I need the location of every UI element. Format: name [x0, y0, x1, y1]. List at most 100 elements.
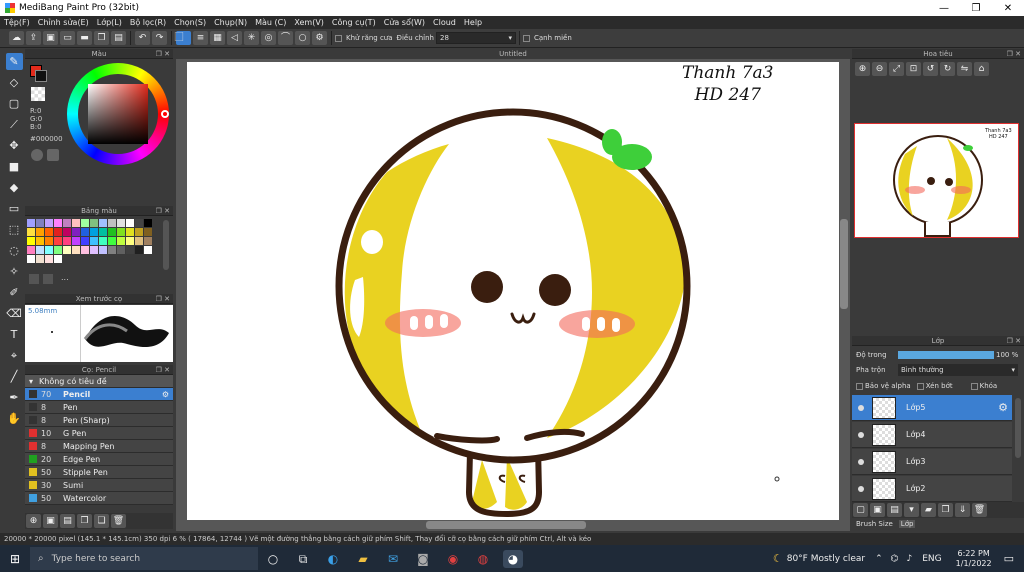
eye-icon[interactable]	[858, 431, 864, 438]
language-indicator[interactable]: ENG	[922, 554, 941, 564]
color-wheel[interactable]	[67, 63, 169, 165]
color-mode-icon[interactable]	[31, 149, 43, 161]
menu-snap[interactable]: Chụp(N)	[210, 18, 251, 27]
palette-swatch[interactable]	[54, 237, 62, 245]
navigator-thumbnail[interactable]: Thanh 7a3 HD 247	[854, 123, 1019, 238]
palette-swatch[interactable]	[45, 246, 53, 254]
hatch-icon[interactable]: ≡	[193, 31, 208, 45]
chrome-icon[interactable]: ◉	[443, 550, 463, 568]
palette-swatch[interactable]	[36, 219, 44, 227]
undo-icon[interactable]: ↶	[135, 31, 150, 45]
palette-swatch[interactable]	[108, 219, 116, 227]
palette-swatch[interactable]	[27, 237, 35, 245]
palette-swatch[interactable]	[135, 237, 143, 245]
reset-icon[interactable]: ⌂	[974, 62, 989, 76]
adjust-field[interactable]: 28 ▾	[436, 32, 516, 44]
palette-swatch[interactable]	[45, 255, 53, 263]
horizontal-scrollbar[interactable]	[426, 521, 586, 529]
palette-swatch[interactable]	[81, 237, 89, 245]
brush-item-mapping-pen[interactable]: 8 Mapping Pen	[25, 440, 173, 453]
select-rect-tool-icon[interactable]: ⬚	[6, 221, 23, 238]
palette-swatch[interactable]	[135, 246, 143, 254]
palette-scrollbar[interactable]	[163, 220, 169, 270]
palette-swatch[interactable]	[90, 246, 98, 254]
palette-swatch[interactable]	[90, 237, 98, 245]
app-notification-icon[interactable]: ◍	[473, 550, 493, 568]
brush-item-pen-sharp[interactable]: 8 Pen (Sharp)	[25, 414, 173, 427]
palette-delete-icon[interactable]	[43, 274, 53, 284]
clock[interactable]: 6:22 PM 1/1/2022	[956, 549, 992, 569]
concentric-icon[interactable]: ◎	[261, 31, 276, 45]
duplicate-layer-icon[interactable]: ❐	[938, 503, 953, 517]
menu-filter[interactable]: Bộ lọc(R)	[126, 18, 170, 27]
tab-brush-size[interactable]: Brush Size	[856, 520, 893, 528]
palette-swatch[interactable]	[45, 237, 53, 245]
brush-item-stipple-pen[interactable]: 50 Stipple Pen	[25, 466, 173, 479]
palette-swatch[interactable]	[144, 237, 152, 245]
medibang-taskbar-icon[interactable]: ◕	[503, 549, 523, 568]
new-layer-1bit-icon[interactable]: ▤	[887, 503, 902, 517]
panel-close-icon[interactable]: ❐ ✕	[156, 49, 170, 59]
layer-row-4[interactable]: Lớp4	[852, 422, 1012, 448]
color-history-icon[interactable]	[47, 149, 59, 161]
palette-swatch[interactable]	[81, 219, 89, 227]
hue-handle[interactable]	[161, 110, 169, 118]
menu-tools[interactable]: Công cụ(T)	[328, 18, 380, 27]
zoom-in-icon[interactable]: ⊕	[855, 62, 870, 76]
palette-swatch[interactable]	[54, 228, 62, 236]
palette-swatch[interactable]	[27, 228, 35, 236]
layer-row-5[interactable]: Lớp5 ⚙	[852, 395, 1012, 421]
weather-text[interactable]: 80°F Mostly clear	[787, 554, 865, 564]
grid-icon[interactable]: ▦	[210, 31, 225, 45]
radial-icon[interactable]: ✳	[244, 31, 259, 45]
gear-icon[interactable]: ⚙	[998, 401, 1008, 414]
fit-icon[interactable]: ⤢	[889, 62, 904, 76]
brush-item-pen[interactable]: 8 Pen	[25, 401, 173, 414]
palette-swatch[interactable]	[117, 228, 125, 236]
dropper-tool-icon[interactable]: ╱	[6, 368, 23, 385]
eraser-tool-icon[interactable]: ◇	[6, 74, 23, 91]
eye-icon[interactable]	[858, 458, 864, 465]
save-icon[interactable]: ▣	[43, 31, 58, 45]
notification-icon[interactable]: ▭	[1004, 552, 1014, 565]
palette-swatch[interactable]	[90, 219, 98, 227]
lasso-tool-icon[interactable]: ◌	[6, 242, 23, 259]
brush-doc-icon[interactable]: ▤	[60, 514, 75, 528]
palette-swatch[interactable]	[126, 246, 134, 254]
palette-swatch[interactable]	[54, 255, 62, 263]
palette-swatch[interactable]	[36, 255, 44, 263]
menu-cloud[interactable]: Cloud	[429, 18, 460, 27]
palette-swatch[interactable]	[135, 228, 143, 236]
menu-layer[interactable]: Lớp(L)	[93, 18, 126, 27]
palette-add-icon[interactable]	[29, 274, 39, 284]
palette-swatch[interactable]	[36, 228, 44, 236]
palette-swatch[interactable]	[90, 228, 98, 236]
task-view-icon[interactable]: ⧉	[293, 550, 313, 568]
palette-swatch[interactable]	[45, 228, 53, 236]
menu-color[interactable]: Màu (C)	[251, 18, 290, 27]
pen-tool-icon[interactable]: ✒	[6, 389, 23, 406]
rotate-left-icon[interactable]: ↺	[923, 62, 938, 76]
antialias-checkbox[interactable]	[335, 34, 342, 42]
layer-menu-icon[interactable]: ▾	[904, 503, 919, 517]
panel-close-icon[interactable]: ❐ ✕	[156, 206, 170, 216]
menu-help[interactable]: Help	[460, 18, 486, 27]
palette-swatch[interactable]	[27, 219, 35, 227]
palette-swatch[interactable]	[144, 246, 152, 254]
brush-folder-icon[interactable]: ▣	[43, 514, 58, 528]
brush-item-sumi[interactable]: 30 Sumi	[25, 479, 173, 492]
brush-copy-icon[interactable]: ❐	[77, 514, 92, 528]
upload-icon[interactable]: ⇪	[26, 31, 41, 45]
palette-swatch[interactable]	[63, 219, 71, 227]
hand-tool-icon[interactable]: ✋	[6, 410, 23, 427]
merge-layer-icon[interactable]: ⇓	[955, 503, 970, 517]
palette-swatch[interactable]	[72, 228, 80, 236]
magic-wand-tool-icon[interactable]: ✧	[6, 263, 23, 280]
windows-start-icon[interactable]: ⊞	[5, 550, 25, 568]
brush-tool-icon[interactable]: ✎	[5, 53, 23, 70]
secondary-color-swatch[interactable]	[35, 70, 47, 82]
trash-icon[interactable]: 🗑	[111, 514, 126, 528]
chat-icon[interactable]: ▬	[77, 31, 92, 45]
sidewall-checkbox[interactable]	[523, 34, 530, 42]
actual-size-icon[interactable]: ⊡	[906, 62, 921, 76]
